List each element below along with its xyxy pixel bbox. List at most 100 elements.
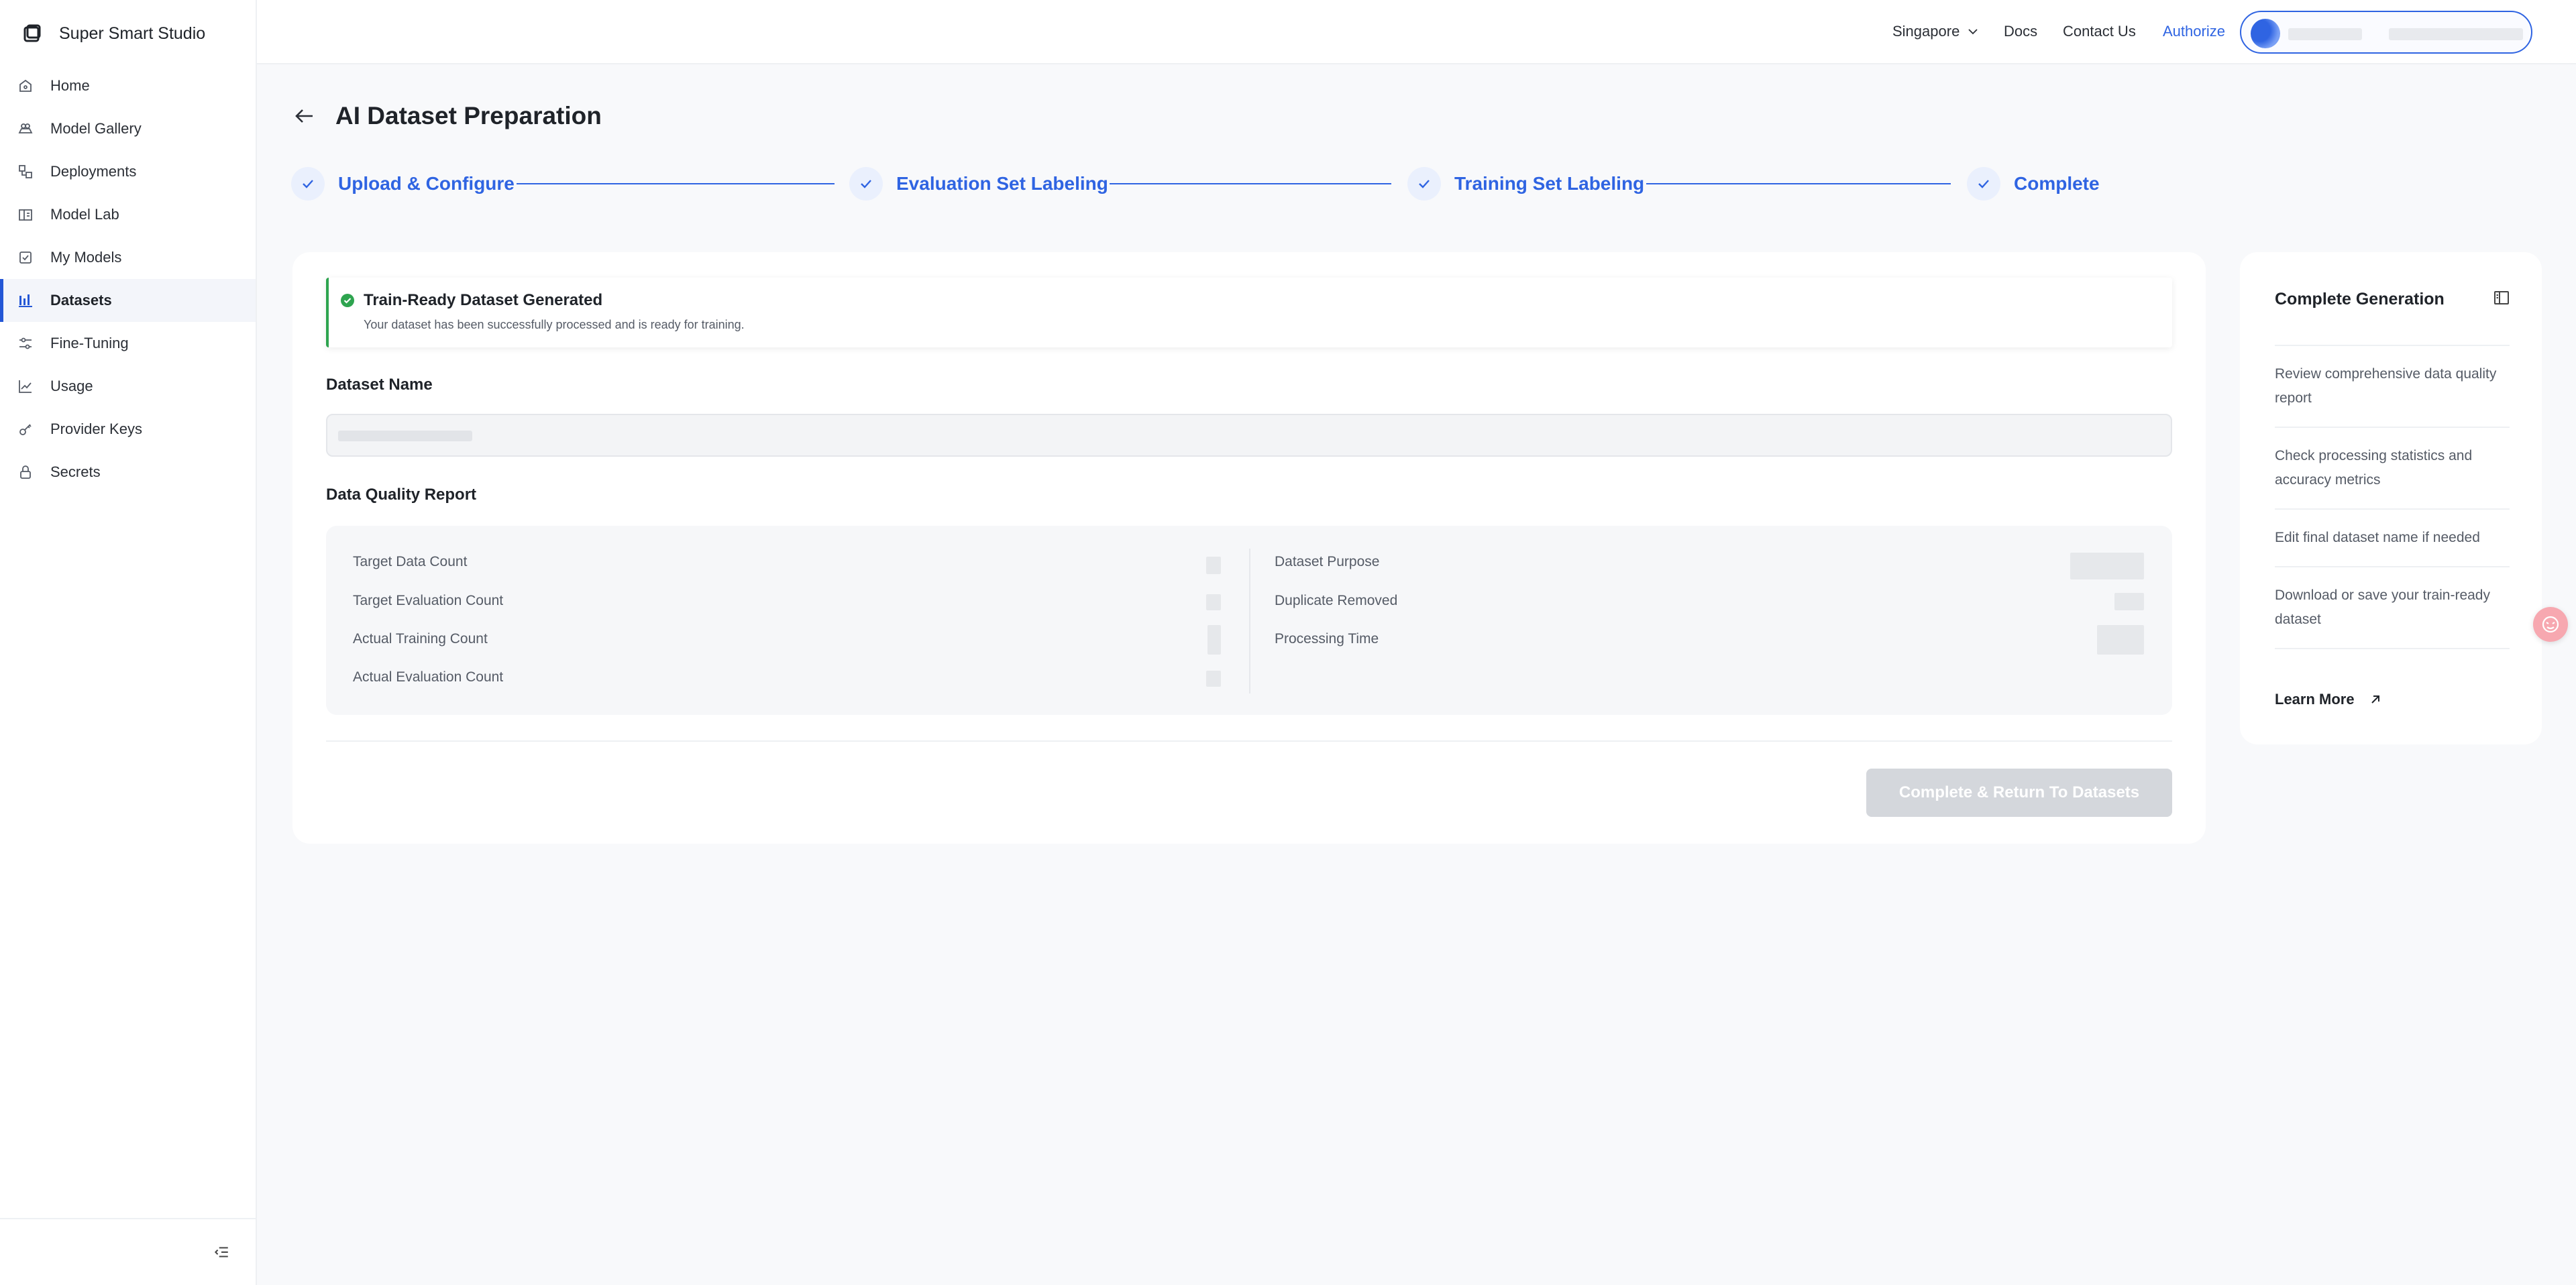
step-complete[interactable]: Complete: [1967, 165, 2100, 203]
panel-toggle-icon[interactable]: [2492, 288, 2511, 307]
brand[interactable]: Super Smart Studio: [23, 20, 205, 47]
page-title: AI Dataset Preparation: [335, 102, 602, 129]
region-label: Singapore: [1892, 23, 1960, 40]
dataset-summary-card: Train-Ready Dataset Generated Your datas…: [292, 252, 2206, 844]
redacted-value: [2070, 553, 2144, 579]
step-upload-configure[interactable]: Upload & Configure: [291, 165, 515, 203]
sidebar-item-model-gallery[interactable]: Model Gallery: [0, 107, 256, 150]
assistant-float-button[interactable]: [2533, 607, 2568, 642]
banner-title: Train-Ready Dataset Generated: [364, 291, 603, 309]
sidebar-item-label: Model Lab: [50, 206, 119, 223]
report-label-target-evaluation-count: Target Evaluation Count: [353, 593, 504, 608]
sidebar-footer: [0, 1218, 256, 1285]
chevron-down-icon: [1968, 29, 1978, 35]
key-icon: [19, 424, 32, 435]
lab-icon: [19, 209, 32, 221]
external-link-arrow-icon: [2371, 695, 2379, 704]
panel-title: Complete Generation: [2275, 290, 2445, 309]
sidebar-item-provider-keys[interactable]: Provider Keys: [0, 408, 256, 451]
sidebar-item-secrets[interactable]: Secrets: [0, 451, 256, 494]
report-label-processing-time: Processing Time: [1275, 631, 1379, 647]
sidebar-item-label: Home: [50, 77, 90, 94]
models-icon: [19, 252, 32, 264]
sidebar-item-deployments[interactable]: Deployments: [0, 150, 256, 193]
list-item: Review comprehensive data quality report: [2275, 345, 2510, 427]
step-label: Training Set Labeling: [1454, 173, 1645, 194]
step-label: Evaluation Set Labeling: [896, 173, 1108, 194]
check-icon: [1419, 180, 1430, 188]
data-quality-report: Target Data Count Target Evaluation Coun…: [326, 526, 2172, 715]
contact-us-link[interactable]: Contact Us: [2063, 23, 2136, 40]
sidebar-item-usage[interactable]: Usage: [0, 365, 256, 408]
report-label-actual-training-count: Actual Training Count: [353, 631, 488, 647]
redacted-value: [1206, 557, 1221, 574]
step-label: Upload & Configure: [338, 173, 515, 194]
report-title: Data Quality Report: [326, 486, 477, 504]
progress-stepper: Upload & Configure Evaluation Set Labeli…: [291, 165, 2102, 203]
report-label-dataset-purpose: Dataset Purpose: [1275, 554, 1380, 569]
report-divider: [1249, 549, 1250, 693]
sliders-icon: [19, 337, 32, 349]
gallery-icon: [18, 123, 33, 133]
redacted-dataset-name: [338, 431, 472, 441]
complete-return-button[interactable]: Complete & Return To Datasets: [1866, 769, 2172, 817]
step-evaluation-set-labeling[interactable]: Evaluation Set Labeling: [849, 165, 1108, 203]
redacted-value: [2097, 625, 2144, 655]
sidebar-nav: Home Model Gallery Deployments Model Lab…: [0, 64, 256, 494]
page-header: AI Dataset Preparation: [292, 97, 602, 135]
learn-more-label: Learn More: [2275, 691, 2355, 708]
step-connector: [517, 183, 835, 184]
sidebar-item-label: Fine-Tuning: [50, 335, 129, 351]
redacted-value: [1208, 625, 1221, 655]
report-label-actual-evaluation-count: Actual Evaluation Count: [353, 669, 504, 685]
docs-link[interactable]: Docs: [2004, 23, 2037, 40]
usage-chart-icon: [19, 380, 32, 393]
lock-icon: [20, 465, 31, 479]
back-arrow-icon[interactable]: [292, 104, 317, 128]
step-done-badge: [1407, 167, 1441, 201]
app-name: Super Smart Studio: [59, 23, 206, 43]
sidebar-item-fine-tuning[interactable]: Fine-Tuning: [0, 322, 256, 365]
top-bar: Singapore Docs Contact Us Authorize: [257, 0, 2576, 64]
sidebar: Super Smart Studio Home Model Gallery De…: [0, 0, 257, 1285]
authorize-link[interactable]: Authorize: [2163, 23, 2225, 40]
sidebar-item-my-models[interactable]: My Models: [0, 236, 256, 279]
check-icon: [861, 180, 871, 188]
card-divider: [326, 740, 2172, 742]
account-menu[interactable]: [2240, 11, 2532, 54]
step-connector: [1110, 183, 1391, 184]
sidebar-item-label: Deployments: [50, 163, 137, 180]
sidebar-item-label: Datasets: [50, 292, 112, 309]
check-icon: [303, 180, 313, 188]
sidebar-item-label: My Models: [50, 249, 122, 266]
sidebar-item-label: Provider Keys: [50, 421, 142, 437]
dataset-name-input[interactable]: [326, 414, 2172, 457]
sidebar-item-datasets[interactable]: Datasets: [0, 279, 256, 322]
redacted-value: [1206, 671, 1221, 687]
success-check-icon: [341, 294, 354, 307]
step-connector: [1646, 183, 1951, 184]
sidebar-item-home[interactable]: Home: [0, 64, 256, 107]
deployments-icon: [19, 165, 32, 178]
step-done-badge: [849, 167, 883, 201]
avatar: [2251, 19, 2280, 48]
redacted-account-id: [2389, 28, 2523, 40]
dataset-name-label: Dataset Name: [326, 376, 433, 394]
step-done-badge: [1967, 167, 2000, 201]
redacted-value: [2114, 593, 2144, 610]
list-item: Edit final dataset name if needed: [2275, 508, 2510, 566]
region-selector[interactable]: Singapore: [1892, 23, 1980, 40]
list-item: Check processing statistics and accuracy…: [2275, 427, 2510, 508]
step-training-set-labeling[interactable]: Training Set Labeling: [1407, 165, 1644, 203]
report-label-duplicate-removed: Duplicate Removed: [1275, 593, 1398, 608]
success-banner: Train-Ready Dataset Generated Your datas…: [326, 278, 2172, 347]
home-icon: [19, 79, 32, 92]
learn-more-link[interactable]: Learn More: [2275, 691, 2383, 708]
collapse-sidebar-icon[interactable]: [213, 1243, 230, 1261]
sidebar-item-label: Usage: [50, 378, 93, 394]
check-icon: [1978, 180, 1989, 188]
sidebar-item-label: Model Gallery: [50, 120, 142, 137]
sidebar-item-model-lab[interactable]: Model Lab: [0, 193, 256, 236]
step-done-badge: [291, 167, 325, 201]
banner-description: Your dataset has been successfully proce…: [364, 318, 745, 331]
